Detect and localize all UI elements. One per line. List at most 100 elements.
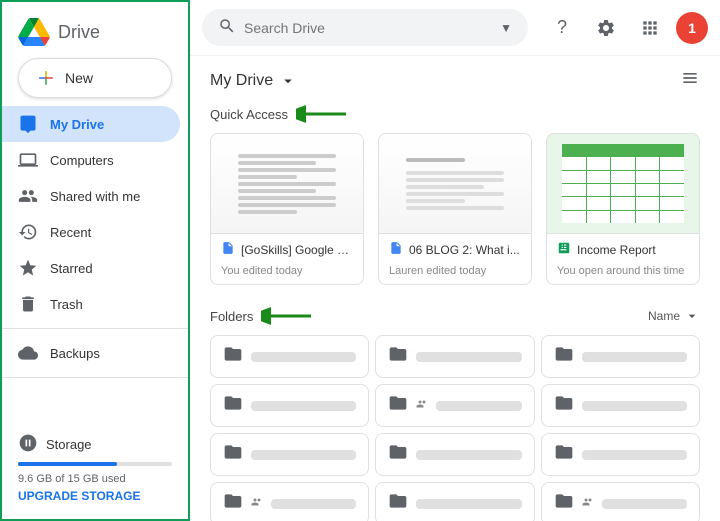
folder-item-3[interactable] [541, 335, 700, 378]
chevron-down-icon [279, 72, 297, 90]
sort-label: Name [648, 309, 680, 323]
sort-arrow-icon [684, 308, 700, 324]
computers-icon [18, 150, 38, 170]
quick-access-card-2[interactable]: 06 BLOG 2: What i... Lauren edited today [378, 133, 532, 285]
sidebar-item-backups[interactable]: Backups [2, 335, 180, 371]
my-drive-label: My Drive [50, 117, 104, 132]
folders-arrow [261, 305, 321, 327]
drive-logo: Drive [18, 18, 100, 46]
doc-preview-2 [379, 134, 531, 233]
quick-access-card-1[interactable]: [GoSkills] Google Drive R... You edited … [210, 133, 364, 285]
topbar: ▼ ? 1 [190, 0, 720, 56]
folder-item-7[interactable] [210, 433, 369, 476]
folder-name-5 [436, 401, 521, 411]
quick-access-header: Quick Access [190, 101, 720, 133]
recent-icon [18, 222, 38, 242]
content-header: My Drive [190, 56, 720, 101]
folder-name-11 [416, 499, 521, 509]
folder-name-9 [582, 450, 687, 460]
card-thumbnail-2 [379, 134, 531, 234]
folder-icon-8 [388, 442, 408, 467]
sidebar-divider-2 [2, 377, 188, 378]
list-view-button[interactable] [680, 68, 700, 93]
folder-item-11[interactable] [375, 482, 534, 521]
folder-icon-2 [388, 344, 408, 369]
card-thumbnail-1 [211, 134, 363, 234]
folder-name-1 [251, 352, 356, 362]
card-filename-3: Income Report [577, 243, 689, 257]
search-input[interactable] [244, 20, 492, 36]
quick-access-card-3[interactable]: Income Report You open around this time [546, 133, 700, 285]
my-drive-title-text: My Drive [210, 72, 273, 90]
folder-name-8 [416, 450, 521, 460]
recent-label: Recent [50, 225, 91, 240]
main-area: ▼ ? 1 My Drive [190, 0, 720, 521]
sidebar-header: Drive [2, 10, 188, 58]
folder-item-12[interactable] [541, 482, 700, 521]
content-area: My Drive Quick Access [190, 56, 720, 521]
sidebar-item-my-drive[interactable]: My Drive [2, 106, 180, 142]
folder-item-4[interactable] [210, 384, 369, 427]
drive-logo-icon [18, 18, 50, 46]
folder-item-1[interactable] [210, 335, 369, 378]
plus-icon [37, 69, 55, 87]
sheet-grid [562, 144, 684, 223]
folder-item-9[interactable] [541, 433, 700, 476]
sort-button[interactable]: Name [648, 308, 700, 324]
card-subtext-1: You edited today [211, 265, 363, 284]
shared-folder-badge-12 [582, 496, 594, 511]
folder-item-8[interactable] [375, 433, 534, 476]
search-icon [218, 17, 236, 38]
sidebar-item-starred[interactable]: Starred [2, 250, 180, 286]
shared-label: Shared with me [50, 189, 140, 204]
my-drive-title[interactable]: My Drive [210, 72, 297, 90]
apps-button[interactable] [632, 10, 668, 46]
settings-button[interactable] [588, 10, 624, 46]
folder-name-7 [251, 450, 356, 460]
sheet-preview [547, 134, 699, 233]
folder-name-4 [251, 401, 356, 411]
folder-icon-1 [223, 344, 243, 369]
folder-item-2[interactable] [375, 335, 534, 378]
doc-icon-1 [221, 241, 235, 258]
sidebar-item-shared[interactable]: Shared with me [2, 178, 180, 214]
folder-name-3 [582, 352, 687, 362]
quick-access-label: Quick Access [210, 107, 288, 122]
storage-section: Storage 9.6 GB of 15 GB used UPGRADE STO… [2, 425, 188, 511]
upgrade-storage-link[interactable]: UPGRADE STORAGE [18, 489, 172, 503]
new-button[interactable]: New [18, 58, 172, 98]
sidebar-divider [2, 328, 188, 329]
folders-label-row: Folders [210, 305, 321, 327]
folder-icon-4 [223, 393, 243, 418]
card-thumbnail-3 [547, 134, 699, 234]
shared-icon [18, 186, 38, 206]
folder-name-10 [271, 499, 356, 509]
search-bar[interactable]: ▼ [202, 9, 528, 46]
card-info-1: [GoSkills] Google Drive R... [211, 234, 363, 265]
folder-item-10[interactable] [210, 482, 369, 521]
folder-icon-5 [388, 393, 408, 418]
sidebar-item-trash[interactable]: Trash [2, 286, 180, 322]
quick-access-row: [GoSkills] Google Drive R... You edited … [190, 133, 720, 301]
search-dropdown-icon[interactable]: ▼ [500, 21, 512, 35]
app-title: Drive [58, 22, 100, 43]
folder-name-6 [582, 401, 687, 411]
sidebar: Drive New My Drive Computers [0, 0, 190, 521]
doc-preview-1 [211, 134, 363, 233]
sidebar-item-recent[interactable]: Recent [2, 214, 180, 250]
sheet-icon-3 [557, 241, 571, 258]
user-avatar[interactable]: 1 [676, 12, 708, 44]
sidebar-item-computers[interactable]: Computers [2, 142, 180, 178]
quick-access-arrow [296, 103, 356, 125]
folder-item-5[interactable] [375, 384, 534, 427]
folder-item-6[interactable] [541, 384, 700, 427]
card-info-3: Income Report [547, 234, 699, 265]
apps-icon [640, 18, 660, 38]
folder-icon-3 [554, 344, 574, 369]
help-button[interactable]: ? [544, 10, 580, 46]
card-info-2: 06 BLOG 2: What i... [379, 234, 531, 265]
settings-icon [596, 18, 616, 38]
storage-label: Storage [46, 437, 92, 452]
folders-label: Folders [210, 309, 253, 324]
folder-icon-12 [554, 491, 574, 516]
